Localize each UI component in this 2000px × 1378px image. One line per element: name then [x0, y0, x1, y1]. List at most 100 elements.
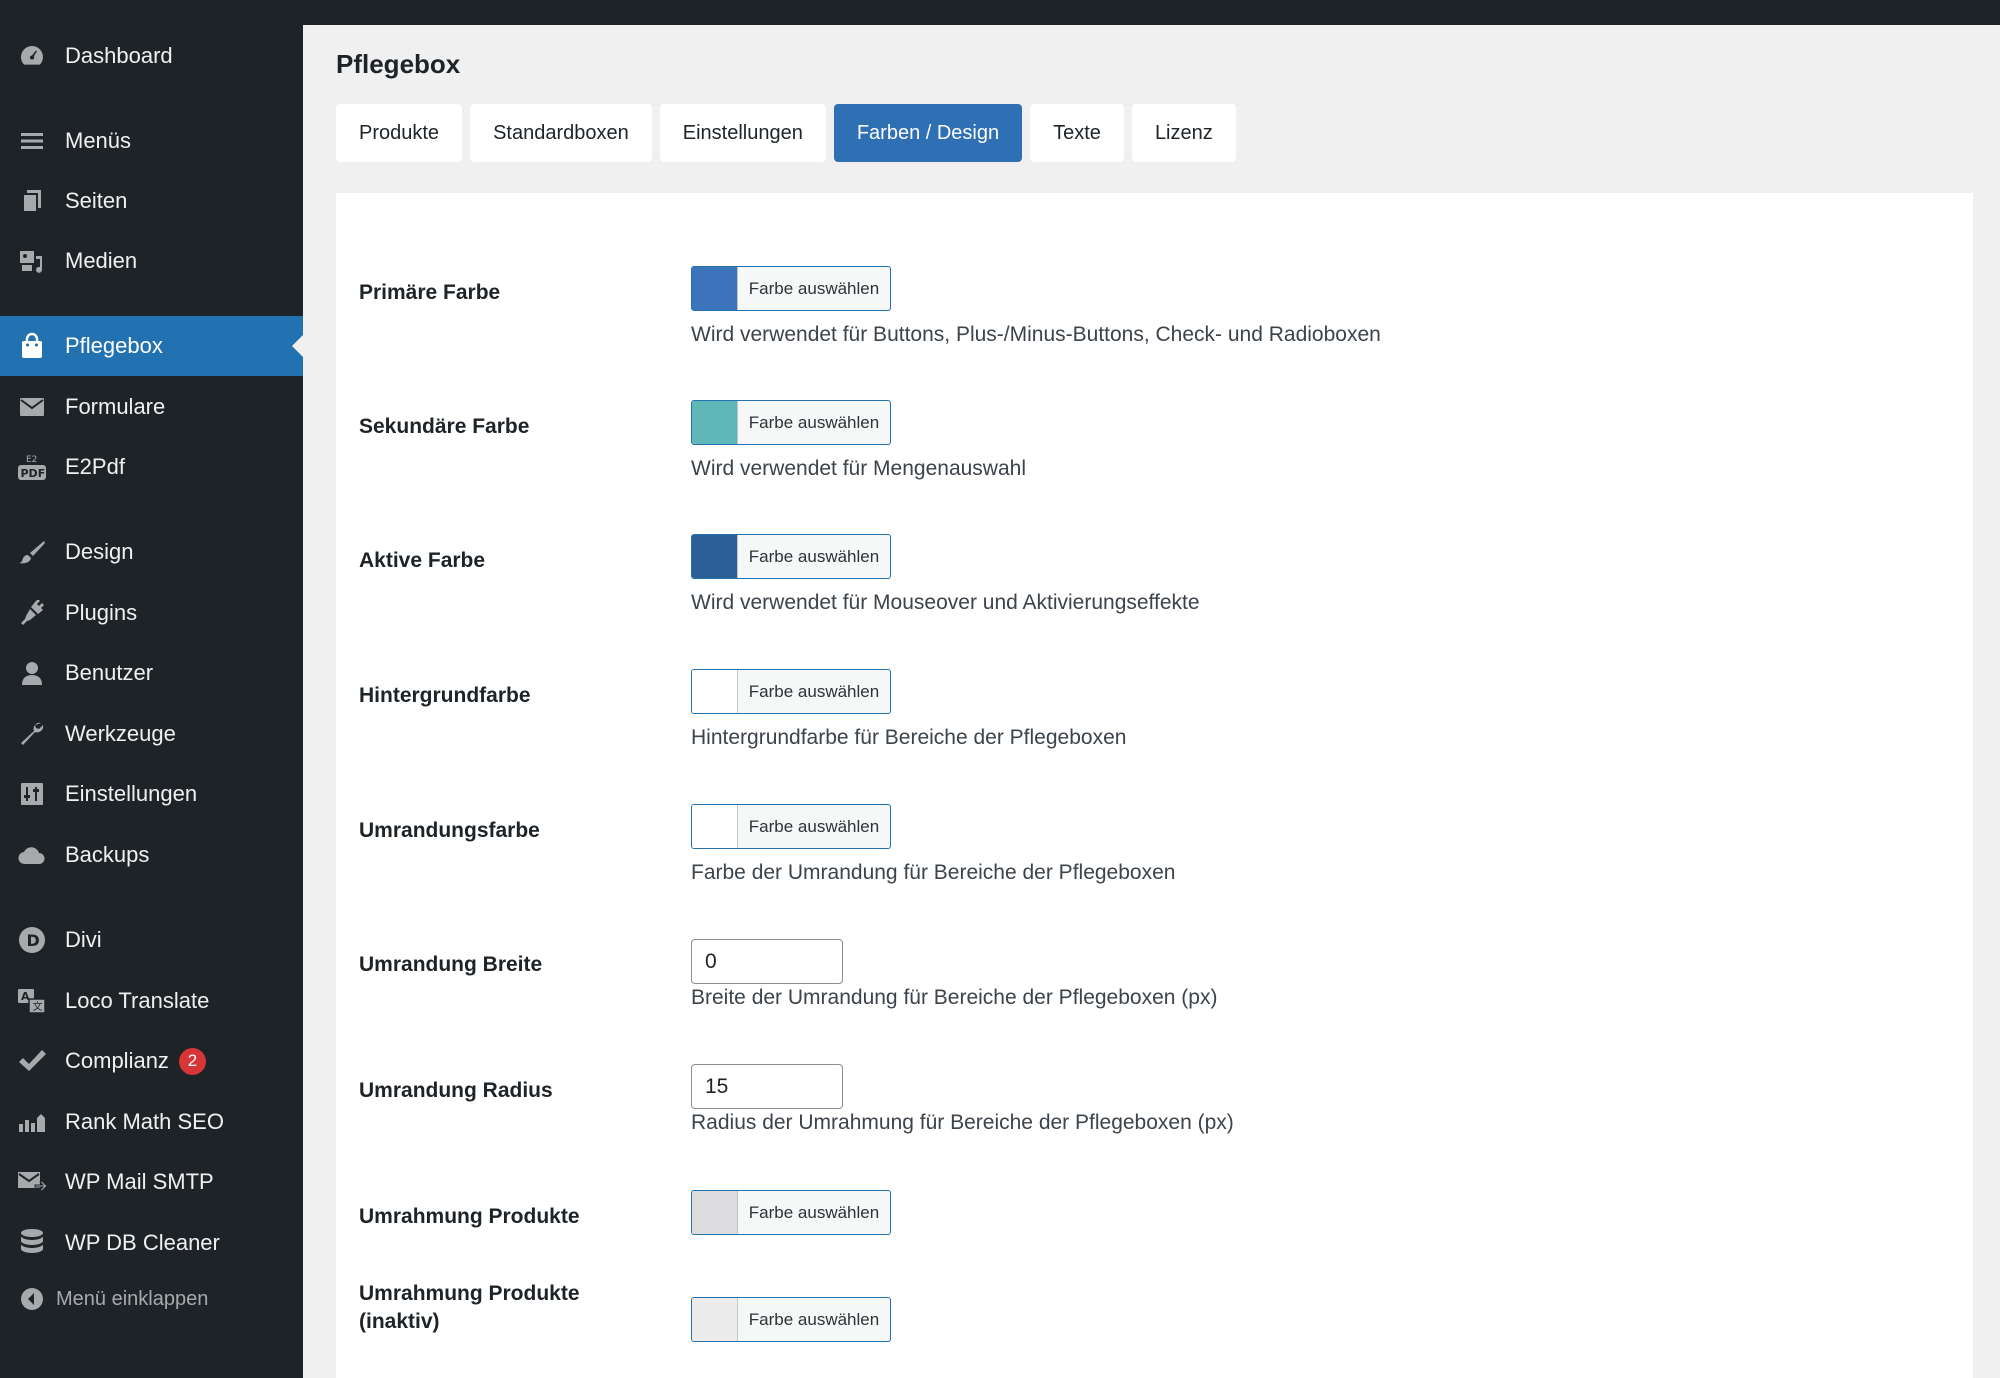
- settings-tabs: Produkte Standardboxen Einstellungen Far…: [336, 104, 1244, 162]
- sidebar-item-label: Dashboard: [65, 43, 173, 68]
- sidebar-item-werkzeuge[interactable]: Werkzeuge: [0, 704, 303, 764]
- collapse-menu-button[interactable]: Menü einklappen: [0, 1277, 303, 1321]
- primary-color-picker[interactable]: Farbe auswählen: [691, 266, 891, 311]
- color-picker-button[interactable]: Farbe auswählen: [691, 1297, 891, 1342]
- dashboard-icon: [17, 41, 47, 71]
- sidebar-item-dashboard[interactable]: Dashboard: [0, 26, 303, 86]
- pages-icon: [17, 186, 47, 216]
- sidebar-item-label: Medien: [65, 248, 138, 273]
- product-frame-color-picker[interactable]: Farbe auswählen: [691, 1190, 891, 1235]
- sidebar-item-label: WP DB Cleaner: [65, 1230, 220, 1255]
- settings-icon: [17, 779, 47, 809]
- sidebar-item-formulare[interactable]: Formulare: [0, 377, 303, 437]
- sidebar-item-label: Divi: [65, 927, 102, 952]
- media-icon: [17, 246, 47, 276]
- background-color-picker[interactable]: Farbe auswählen: [691, 669, 891, 714]
- main-content: Pflegebox Produkte Standardboxen Einstel…: [303, 25, 2000, 1378]
- color-swatch: [692, 401, 738, 444]
- color-swatch: [692, 1191, 738, 1234]
- setting-label-secondary-color: Sekundäre Farbe: [359, 415, 530, 438]
- sidebar-item-backups[interactable]: Backups: [0, 825, 303, 885]
- tab-einstellungen[interactable]: Einstellungen: [659, 104, 826, 162]
- admin-sidebar: Dashboard Menüs Seiten Medien Pflegebox …: [0, 0, 303, 1378]
- color-picker-label: Farbe auswählen: [748, 681, 880, 701]
- tab-lizenz[interactable]: Lizenz: [1131, 104, 1236, 162]
- border-width-field-wrap: 0: [691, 939, 843, 984]
- sidebar-item-plugins[interactable]: Plugins: [0, 583, 303, 643]
- color-swatch: [692, 267, 738, 310]
- svg-text:D: D: [27, 931, 40, 950]
- notification-badge: 2: [178, 1047, 206, 1075]
- cloud-icon: [17, 840, 47, 870]
- color-picker-label: Farbe auswählen: [748, 1202, 880, 1222]
- sidebar-item-wp-mail-smtp[interactable]: WP Mail SMTP: [0, 1152, 303, 1212]
- wrench-icon: [17, 719, 47, 749]
- color-picker-button[interactable]: Farbe auswählen: [691, 266, 891, 311]
- setting-label-border-radius: Umrandung Radius: [359, 1079, 553, 1102]
- active-color-picker[interactable]: Farbe auswählen: [691, 534, 891, 579]
- sidebar-item-e2pdf[interactable]: E2 PDF E2Pdf: [0, 437, 303, 497]
- page-title: Pflegebox: [336, 49, 461, 79]
- paintbrush-icon: [17, 537, 47, 567]
- collapse-menu-label: Menü einklappen: [56, 1287, 209, 1310]
- sidebar-item-label: Rank Math SEO: [65, 1109, 224, 1134]
- setting-label-product-frame: Umrahmung Produkte: [359, 1205, 580, 1228]
- collapse-arrow-icon: [20, 1287, 44, 1311]
- sidebar-item-label: WP Mail SMTP: [65, 1169, 214, 1194]
- sidebar-item-seiten[interactable]: Seiten: [0, 171, 303, 231]
- sidebar-item-label: Loco Translate: [65, 988, 210, 1013]
- color-picker-button[interactable]: Farbe auswählen: [691, 400, 891, 445]
- setting-label-border-width: Umrandung Breite: [359, 953, 543, 976]
- sidebar-item-menus[interactable]: Menüs: [0, 111, 303, 171]
- sidebar-item-label: Einstellungen: [65, 781, 198, 806]
- database-icon: [17, 1228, 47, 1258]
- sidebar-item-divi[interactable]: D Divi: [0, 910, 303, 970]
- sidebar-item-label: Plugins: [65, 600, 138, 625]
- checkmark-icon: [17, 1046, 47, 1076]
- sidebar-item-wp-db-cleaner[interactable]: WP DB Cleaner: [0, 1213, 303, 1273]
- tab-standardboxen[interactable]: Standardboxen: [470, 104, 652, 162]
- svg-text:E2: E2: [26, 455, 37, 465]
- plugin-icon: [17, 598, 47, 628]
- border-color-picker[interactable]: Farbe auswählen: [691, 804, 891, 849]
- sidebar-item-design[interactable]: Design: [0, 522, 303, 582]
- sidebar-item-label: Werkzeuge: [65, 721, 176, 746]
- translate-icon: A文: [17, 986, 47, 1016]
- setting-label-border-color: Umrandungsfarbe: [359, 819, 540, 842]
- settings-panel: Primäre Farbe Farbe auswählen Wird verwe…: [336, 193, 1973, 1378]
- setting-label-active-color: Aktive Farbe: [359, 549, 486, 572]
- sidebar-item-label: Benutzer: [65, 660, 154, 685]
- sidebar-item-label: Seiten: [65, 188, 128, 213]
- envelope-icon: [17, 392, 47, 422]
- sidebar-item-einstellungen[interactable]: Einstellungen: [0, 764, 303, 824]
- border-width-input[interactable]: 0: [691, 939, 843, 984]
- sidebar-item-loco-translate[interactable]: A文 Loco Translate: [0, 971, 303, 1031]
- color-picker-button[interactable]: Farbe auswählen: [691, 669, 891, 714]
- color-picker-label: Farbe auswählen: [748, 278, 880, 298]
- setting-description: Breite der Umrandung für Bereiche der Pf…: [691, 986, 1218, 1009]
- sidebar-item-rank-math-seo[interactable]: Rank Math SEO: [0, 1092, 303, 1152]
- tab-farben-design[interactable]: Farben / Design: [833, 104, 1023, 162]
- sidebar-item-pflegebox[interactable]: Pflegebox: [0, 316, 303, 376]
- shopping-bag-icon: [17, 331, 47, 361]
- secondary-color-picker[interactable]: Farbe auswählen: [691, 400, 891, 445]
- setting-description: Hintergrundfarbe für Bereiche der Pflege…: [691, 726, 1127, 749]
- product-frame-inactive-color-picker[interactable]: Farbe auswählen: [691, 1297, 891, 1342]
- color-swatch: [692, 805, 738, 848]
- chart-icon: [17, 1107, 47, 1137]
- tab-produkte[interactable]: Produkte: [336, 104, 463, 162]
- sidebar-item-medien[interactable]: Medien: [0, 231, 303, 291]
- sidebar-item-benutzer[interactable]: Benutzer: [0, 643, 303, 703]
- color-picker-button[interactable]: Farbe auswählen: [691, 804, 891, 849]
- color-picker-button[interactable]: Farbe auswählen: [691, 534, 891, 579]
- border-radius-input[interactable]: 15: [691, 1064, 843, 1109]
- tab-texte[interactable]: Texte: [1030, 104, 1124, 162]
- setting-label-primary-color: Primäre Farbe: [359, 281, 501, 304]
- sidebar-item-complianz[interactable]: Complianz 2: [0, 1031, 303, 1091]
- color-picker-label: Farbe auswählen: [748, 1309, 880, 1329]
- menu-lines-icon: [17, 126, 47, 156]
- svg-text:文: 文: [33, 1000, 43, 1013]
- setting-description: Wird verwendet für Mengenauswahl: [691, 457, 1026, 480]
- color-picker-button[interactable]: Farbe auswählen: [691, 1190, 891, 1235]
- color-picker-label: Farbe auswählen: [748, 546, 880, 566]
